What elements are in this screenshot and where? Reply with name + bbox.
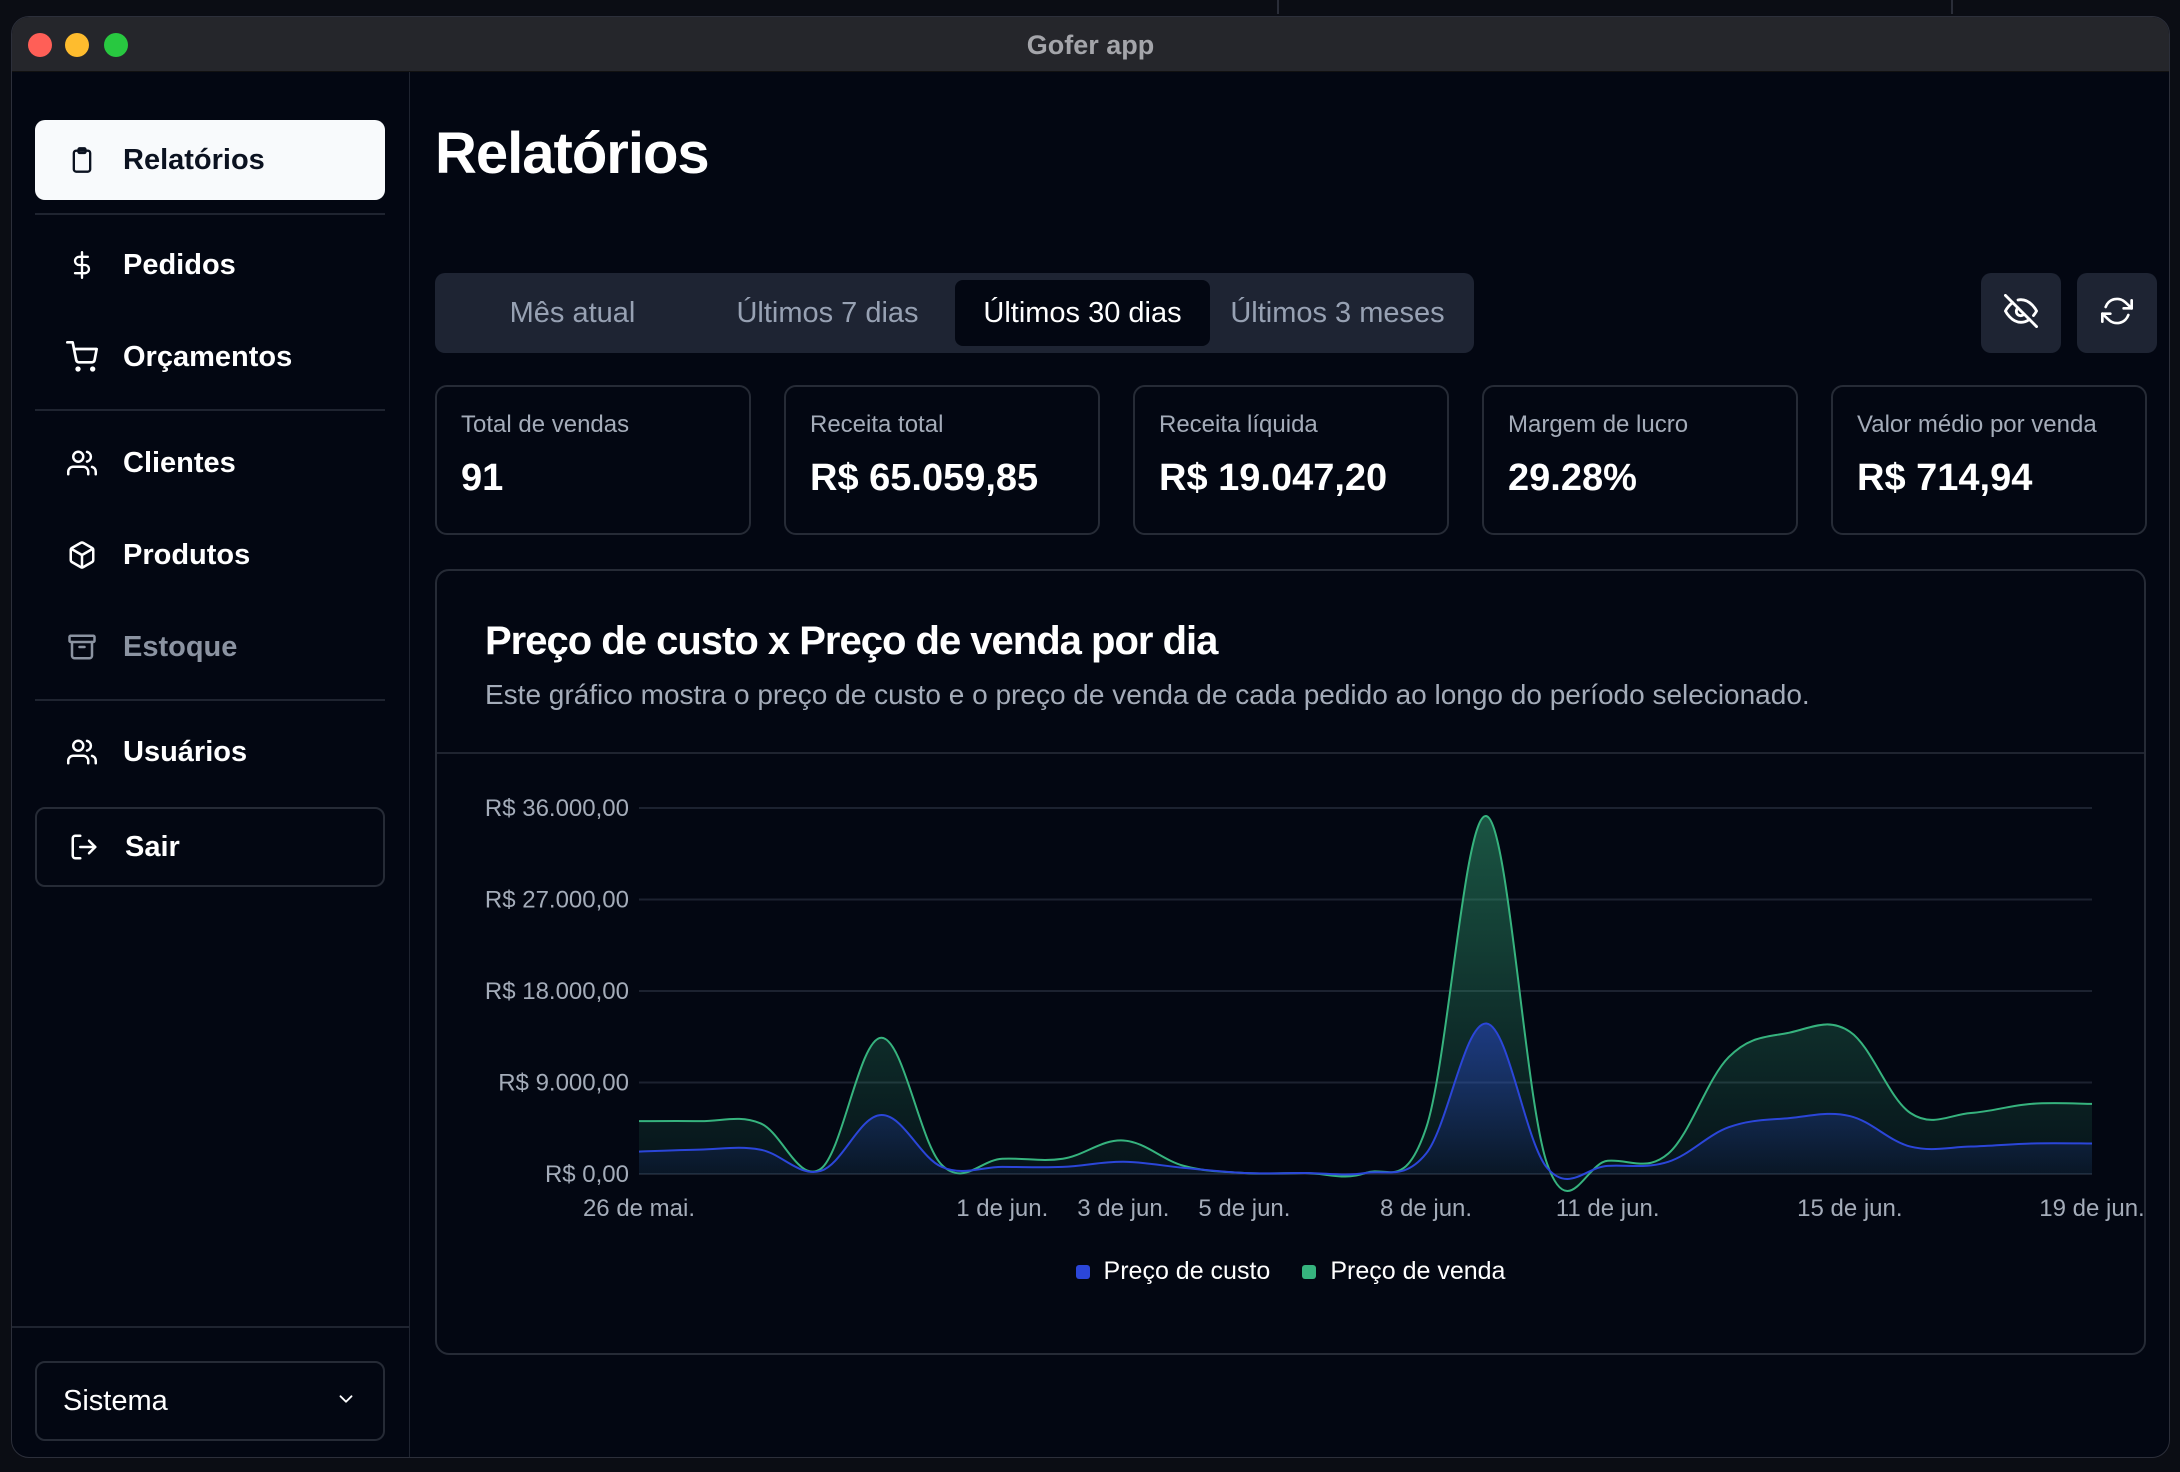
- legend-label: Preço de venda: [1330, 1257, 1506, 1285]
- stat-value: R$ 65.059,85: [810, 457, 1039, 499]
- clipboard-icon: [65, 143, 99, 177]
- sidebar-item-usuarios[interactable]: Usuários: [35, 712, 385, 792]
- sidebar-item-clientes[interactable]: Clientes: [35, 423, 385, 503]
- page-title: Relatórios: [435, 121, 710, 186]
- divider: [12, 1326, 409, 1328]
- stat-value: R$ 19.047,20: [1159, 457, 1388, 499]
- sidebar-item-relatorios[interactable]: Relatórios: [35, 120, 385, 200]
- cart-icon: [65, 340, 99, 374]
- sidebar-item-orcamentos[interactable]: Orçamentos: [35, 317, 385, 397]
- tab-ultimos-3-meses[interactable]: Últimos 3 meses: [1210, 280, 1465, 346]
- y-tick-label: R$ 18.000,00: [485, 978, 629, 1005]
- divider: [35, 409, 385, 411]
- chart-title: Preço de custo x Preço de venda por dia: [485, 619, 1218, 663]
- x-tick-label: 8 de jun.: [1380, 1195, 1472, 1222]
- sidebar-item-pedidos[interactable]: Pedidos: [35, 225, 385, 305]
- legend-swatch: [1302, 1264, 1317, 1279]
- chart-card: Preço de custo x Preço de venda por dia …: [435, 569, 2146, 1355]
- stat-label: Receita líquida: [1159, 411, 1318, 438]
- y-tick-label: R$ 36.000,00: [485, 795, 629, 822]
- y-tick-label: R$ 0,00: [545, 1161, 629, 1188]
- main-content: Relatórios Mês atual Últimos 7 dias Últi…: [410, 72, 2169, 1457]
- stat-label: Receita total: [810, 411, 944, 438]
- chart-description: Este gráfico mostra o preço de custo e o…: [485, 679, 1810, 710]
- sidebar: Relatórios Pedidos Orçamentos Clientes P…: [12, 72, 410, 1457]
- users-icon: [65, 446, 99, 480]
- stat-label: Valor médio por venda: [1857, 411, 2097, 438]
- legend-swatch: [1075, 1264, 1090, 1279]
- stat-card-valor-medio: Valor médio por venda R$ 714,94: [1831, 385, 2147, 535]
- divider: [35, 213, 385, 215]
- sidebar-item-label: Pedidos: [123, 248, 236, 281]
- sidebar-item-label: Estoque: [123, 630, 238, 663]
- x-tick-label: 26 de mai.: [583, 1195, 695, 1222]
- refresh-icon: [2101, 295, 2133, 332]
- app-window: Gofer app Relatórios Pedidos Orçamentos: [11, 16, 2170, 1458]
- users-icon: [65, 735, 99, 769]
- area-chart[interactable]: R$ 0,00 R$ 9.000,00 R$ 18.000,00 R$ 27.000,…: [437, 754, 2144, 1244]
- theme-select-value: Sistema: [63, 1384, 168, 1417]
- dollar-icon: [65, 248, 99, 282]
- y-tick-label: R$ 9.000,00: [498, 1070, 629, 1097]
- archive-icon: [65, 630, 99, 664]
- divider: [35, 699, 385, 701]
- tab-ultimos-7-dias[interactable]: Últimos 7 dias: [700, 280, 955, 346]
- stat-card-margem-lucro: Margem de lucro 29.28%: [1482, 385, 1798, 535]
- chart-legend: Preço de custo Preço de venda: [437, 1257, 2144, 1286]
- legend-item[interactable]: Preço de venda: [1302, 1257, 1505, 1286]
- legend-label: Preço de custo: [1103, 1257, 1271, 1285]
- tab-mes-atual[interactable]: Mês atual: [445, 280, 700, 346]
- x-tick-label: 19 de jun.: [2039, 1195, 2144, 1222]
- stat-card-receita-total: Receita total R$ 65.059,85: [784, 385, 1100, 535]
- sidebar-item-label: Relatórios: [123, 143, 265, 176]
- x-tick-label: 3 de jun.: [1077, 1195, 1169, 1222]
- sidebar-item-label: Clientes: [123, 446, 236, 479]
- refresh-button[interactable]: [2077, 273, 2157, 353]
- logout-icon: [67, 830, 101, 864]
- x-tick-label: 1 de jun.: [956, 1195, 1048, 1222]
- stat-value: R$ 714,94: [1857, 457, 2033, 499]
- stat-label: Total de vendas: [461, 411, 630, 438]
- stat-value: 29.28%: [1508, 457, 1637, 499]
- sidebar-item-label: Usuários: [123, 735, 248, 768]
- x-tick-label: 15 de jun.: [1797, 1195, 1902, 1222]
- legend-item[interactable]: Preço de custo: [1075, 1257, 1271, 1286]
- sidebar-item-label: Produtos: [123, 538, 251, 571]
- chevron-down-icon: [335, 1385, 357, 1418]
- tab-ultimos-30-dias[interactable]: Últimos 30 dias: [955, 280, 1210, 346]
- hide-values-button[interactable]: [1981, 273, 2061, 353]
- stat-card-total-vendas: Total de vendas 91: [435, 385, 751, 535]
- y-tick-label: R$ 27.000,00: [485, 887, 629, 914]
- x-tick-label: 11 de jun.: [1556, 1195, 1660, 1222]
- eye-off-icon: [2004, 293, 2038, 333]
- stat-label: Margem de lucro: [1508, 411, 1689, 438]
- stat-card-receita-liquida: Receita líquida R$ 19.047,20: [1133, 385, 1449, 535]
- stat-value: 91: [461, 457, 504, 499]
- period-tabs: Mês atual Últimos 7 dias Últimos 30 dias…: [435, 273, 1474, 353]
- theme-select[interactable]: Sistema: [35, 1361, 385, 1441]
- sidebar-item-label: Orçamentos: [123, 340, 293, 373]
- logout-button[interactable]: Sair: [35, 807, 385, 887]
- title-bar: Gofer app: [12, 17, 2169, 72]
- sidebar-item-produtos[interactable]: Produtos: [35, 515, 385, 595]
- sidebar-item-label: Sair: [125, 830, 180, 863]
- window-title: Gofer app: [1026, 30, 1155, 60]
- box-icon: [65, 538, 99, 572]
- x-tick-label: 5 de jun.: [1198, 1195, 1290, 1222]
- sidebar-item-estoque[interactable]: Estoque: [35, 607, 385, 687]
